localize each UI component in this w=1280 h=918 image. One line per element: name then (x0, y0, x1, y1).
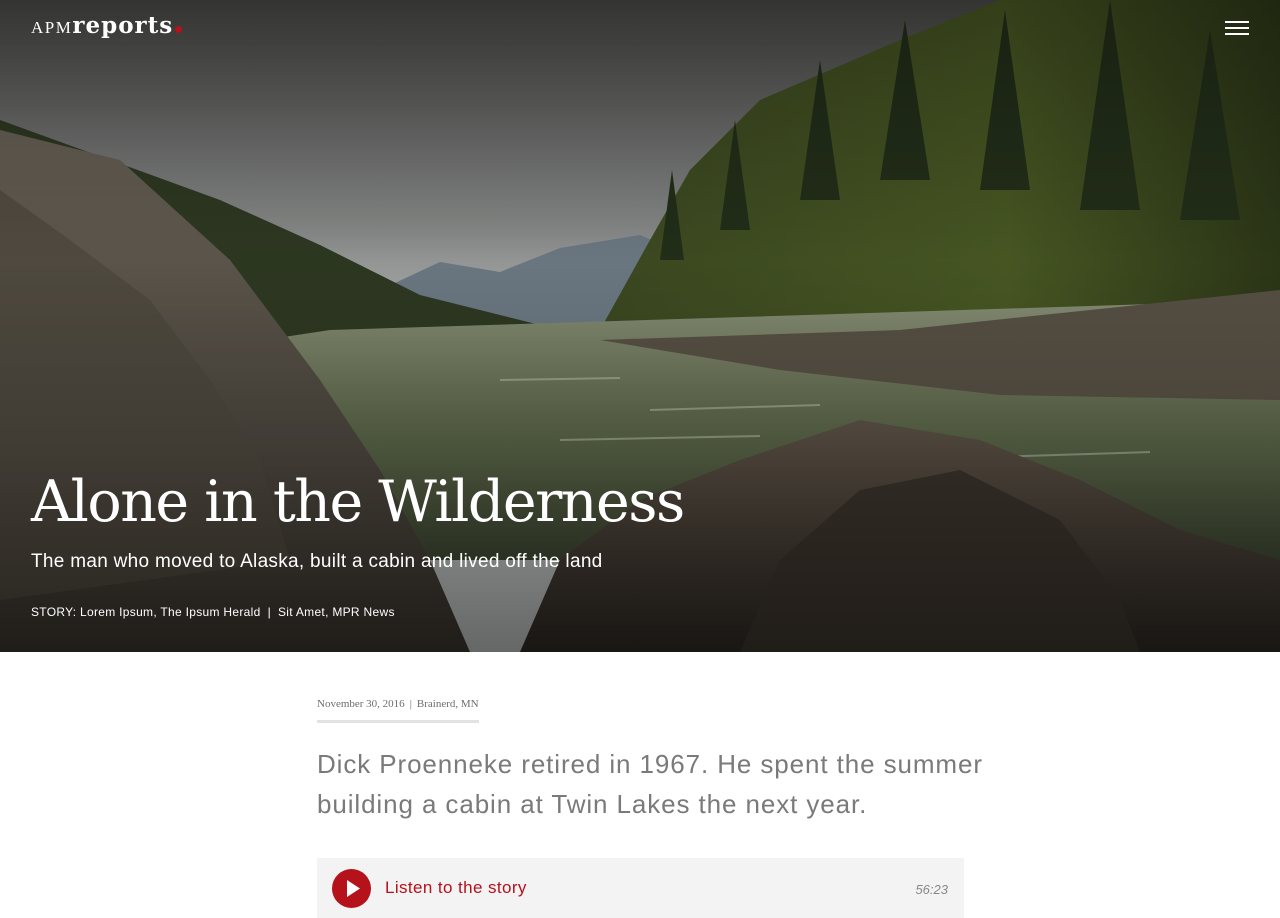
page-title: Alone in the Wilderness (31, 469, 685, 535)
meta-separator: | (409, 698, 412, 710)
audio-player[interactable]: Listen to the story 56:23 (317, 858, 964, 918)
menu-line (1225, 27, 1249, 29)
listen-label[interactable]: Listen to the story (385, 878, 527, 898)
hero-banner: APM reports Alone in the Wilderness The m… (0, 0, 1280, 652)
logo-apm-text: APM (31, 18, 73, 37)
play-button[interactable] (332, 869, 371, 908)
menu-line (1225, 21, 1249, 23)
hamburger-menu-icon[interactable] (1221, 16, 1253, 40)
page-subtitle: The man who moved to Alaska, built a cab… (31, 551, 603, 572)
story-credits: STORY: Lorem Ipsum, The Ipsum Herald | Sit… (31, 605, 395, 619)
article-date: November 30, 2016 (317, 698, 405, 710)
article-lede: Dick Proenneke retired in 1967. He spent… (317, 749, 983, 819)
logo-reports-text: reports (72, 12, 174, 39)
story-credit: STORY: Lorem Ipsum, The Ipsum Herald (31, 605, 261, 619)
contributor-credit: Sit Amet, MPR News (277, 605, 395, 619)
credit-separator: | (267, 605, 271, 619)
apm-reports-logo[interactable]: APM reports (31, 12, 183, 39)
menu-line (1225, 33, 1249, 35)
article-location: Brainerd, MN (416, 698, 479, 710)
article-meta: November 30, 2016 | Brainerd, MN (317, 698, 479, 723)
play-icon (347, 880, 360, 897)
audio-duration: 56:23 (915, 882, 948, 897)
logo-dot-icon (175, 26, 183, 33)
